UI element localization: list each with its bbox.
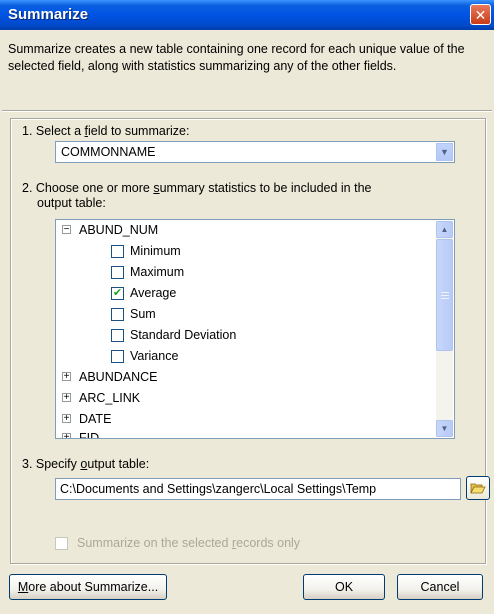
expand-icon[interactable]: + [62, 372, 71, 382]
title-bar[interactable]: Summarize ✕ [0, 0, 494, 30]
stat-checkbox[interactable] [111, 329, 124, 342]
browse-button[interactable] [466, 476, 490, 500]
step1-label: 1. Select a field to summarize: [22, 124, 190, 138]
stat-checkbox[interactable] [111, 308, 124, 321]
tree-scrollbar[interactable]: ▲ ▼ [436, 221, 453, 437]
stat-label: Maximum [130, 265, 185, 279]
close-icon: ✕ [474, 7, 487, 23]
collapse-icon[interactable]: − [62, 225, 71, 235]
stat-label: Variance [130, 349, 179, 363]
expand-icon[interactable]: + [62, 393, 71, 403]
stat-checkbox[interactable] [111, 266, 124, 279]
output-table-field[interactable]: C:\Documents and Settings\zangerc\Local … [55, 478, 461, 500]
field-dropdown[interactable]: COMMONNAME ▼ [55, 141, 455, 163]
tree-field-label: ARC_LINK [79, 391, 141, 405]
dropdown-arrow-icon[interactable]: ▼ [436, 143, 453, 161]
step2-label: 2. Choose one or more summary statistics… [22, 181, 372, 195]
stat-label: Standard Deviation [130, 328, 237, 342]
scroll-thumb[interactable] [436, 239, 453, 351]
tree-field-label: ABUND_NUM [79, 223, 159, 237]
tree-field-label: FID [79, 431, 100, 439]
expand-icon[interactable]: + [62, 414, 71, 424]
scroll-down-icon[interactable]: ▼ [436, 420, 453, 437]
tree-field-label: DATE [79, 412, 112, 426]
checkmark-icon: ✔ [112, 287, 123, 299]
stat-label: Minimum [130, 244, 181, 258]
selected-records-label: Summarize on the selected records only [77, 536, 301, 550]
separator [2, 110, 492, 112]
window-title: Summarize [8, 6, 89, 23]
close-button[interactable]: ✕ [470, 4, 491, 25]
expand-icon[interactable]: + [62, 433, 71, 438]
output-table-path: C:\Documents and Settings\zangerc\Local … [60, 482, 377, 496]
field-dropdown-value: COMMONNAME [61, 145, 156, 159]
scroll-up-icon[interactable]: ▲ [436, 221, 453, 238]
more-about-button[interactable]: More about Summarize... [9, 574, 167, 600]
selected-records-checkbox[interactable] [55, 537, 68, 550]
statistics-tree[interactable]: − ABUND_NUM Minimum Maximum ✔ Average Su… [55, 219, 455, 439]
ok-button[interactable]: OK [303, 574, 385, 600]
open-folder-icon [470, 483, 486, 494]
step3-label: 3. Specify output table: [22, 457, 150, 471]
cancel-button[interactable]: Cancel [397, 574, 483, 600]
stat-checkbox[interactable] [111, 245, 124, 258]
stat-label: Average [130, 286, 177, 300]
stat-checkbox[interactable] [111, 350, 124, 363]
description-text: Summarize creates a new table containing… [8, 42, 465, 73]
tree-field-label: ABUNDANCE [79, 370, 158, 384]
step2-label-line2: output table: [37, 196, 106, 210]
stat-checkbox-checked[interactable]: ✔ [111, 287, 124, 300]
stat-label: Sum [130, 307, 156, 321]
